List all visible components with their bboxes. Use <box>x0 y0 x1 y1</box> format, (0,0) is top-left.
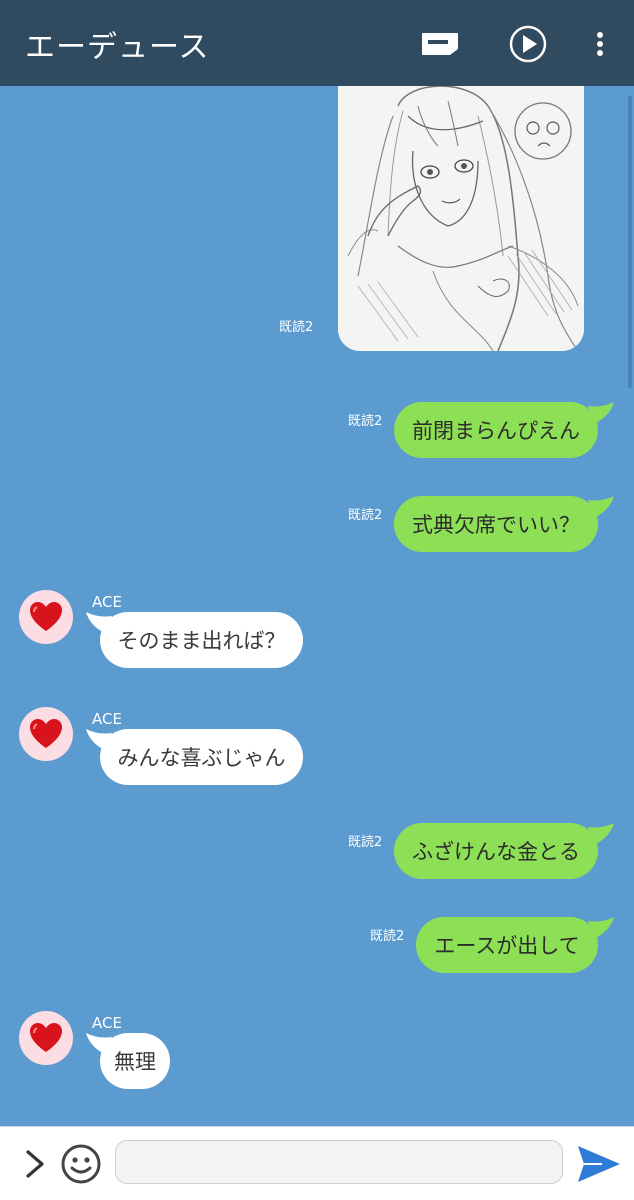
chat-title: エーデュース <box>25 30 210 65</box>
sender-name: ACE <box>92 1014 122 1032</box>
incoming-message[interactable]: 無理 <box>100 1033 170 1089</box>
bubble-tail <box>588 402 614 424</box>
sent-photo[interactable] <box>338 86 584 351</box>
emoji-icon[interactable] <box>60 1143 102 1185</box>
chat-scrollbar[interactable] <box>628 96 632 388</box>
heart-icon <box>30 1023 62 1052</box>
incoming-message[interactable]: そのまま出れば？ <box>100 612 303 668</box>
outgoing-message[interactable]: 式典欠席でいい？ <box>394 496 598 552</box>
incoming-message[interactable]: みんな喜ぶじゃん <box>100 729 303 785</box>
read-receipt: 既読2 <box>348 414 383 429</box>
heart-icon <box>30 719 62 748</box>
bubble-tail <box>588 917 614 939</box>
read-receipt: 既読2 <box>348 835 383 850</box>
avatar[interactable] <box>19 590 73 644</box>
composer-bar <box>0 1126 634 1200</box>
heart-icon <box>30 602 62 631</box>
read-receipt: 既読2 <box>370 929 405 944</box>
avatar[interactable] <box>19 707 73 761</box>
chevron-right-icon[interactable] <box>22 1147 50 1181</box>
avatar[interactable] <box>19 1011 73 1065</box>
sketch-image <box>338 86 584 351</box>
bubble-tail <box>588 496 614 518</box>
bubble-tail <box>588 823 614 845</box>
message-input[interactable] <box>115 1140 563 1184</box>
outgoing-message[interactable]: エースが出して <box>416 917 598 973</box>
more-vertical-icon[interactable] <box>578 22 622 66</box>
read-receipt: 既読2 <box>279 320 314 335</box>
sender-name: ACE <box>92 710 122 728</box>
note-icon[interactable] <box>418 22 462 66</box>
play-icon[interactable] <box>506 22 550 66</box>
send-icon[interactable] <box>576 1143 622 1185</box>
read-receipt: 既読2 <box>348 508 383 523</box>
outgoing-message[interactable]: ふざけんな金とる <box>394 823 598 879</box>
chat-header: エーデュース <box>0 0 634 86</box>
outgoing-message[interactable]: 前閉まらんぴえん <box>394 402 598 458</box>
sender-name: ACE <box>92 593 122 611</box>
